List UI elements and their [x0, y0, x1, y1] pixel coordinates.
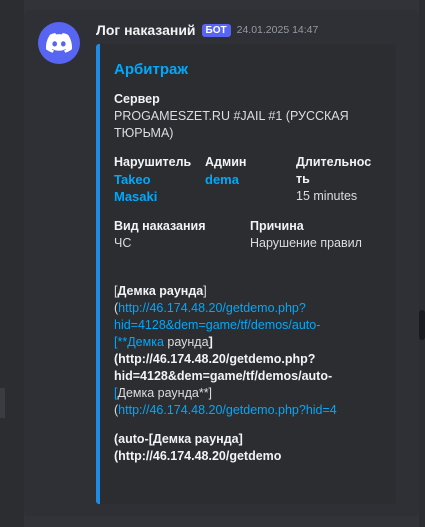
admin-mention[interactable]: dema [205, 171, 290, 188]
field-punishment-value: ЧС [114, 236, 132, 250]
discord-logo-icon [46, 33, 72, 53]
punishment-embed: Арбитраж Сервер PROGAMESZET.RU #JAIL #1 … [96, 44, 396, 504]
violator-mention-line1[interactable]: Takeo [114, 171, 199, 188]
bracket-text: ] [203, 284, 207, 298]
field-reason-value: Нарушение правил [250, 236, 362, 250]
field-violator-label: Нарушитель [114, 155, 192, 169]
author-name[interactable]: Лог наказаний [96, 22, 196, 38]
plain-text: раунда [163, 335, 209, 349]
bold-text: Демка раунда [152, 432, 239, 446]
demo-link[interactable]: hid=4128&dem=game/tf/demos/auto- [114, 318, 320, 332]
field-server-label: Сервер [114, 92, 160, 106]
field-duration-value: 15 minutes [296, 189, 358, 203]
scrollbar-thumb[interactable] [419, 310, 425, 340]
embed-description: [Демка раунда] (http://46.174.48.20/getd… [114, 283, 396, 465]
channel-gutter [0, 0, 24, 527]
field-reason: Причина Нарушение правил [250, 218, 395, 252]
field-punishment: Вид наказания ЧС [114, 218, 244, 252]
desc-line-6: hid=4128&dem=game/tf/demos/auto- [114, 368, 396, 385]
bot-badge: БОТ [201, 23, 231, 37]
field-punishment-label: Вид наказания [114, 219, 206, 233]
desc-line-8: (http://46.174.48.20/getdemo.php?hid=4 [114, 402, 396, 419]
field-duration-label-line1: Длительнос [296, 155, 372, 169]
bold-text: (auto-[ [114, 432, 153, 446]
desc-line-3: hid=4128&dem=game/tf/demos/auto- [114, 317, 396, 334]
demo-link[interactable]: http://46.174.48.20/getdemo.php? [118, 301, 306, 315]
demo-link-bold[interactable]: hid=4128&dem=game/tf/demos/auto- [114, 369, 332, 383]
field-admin-label: Админ [205, 155, 247, 169]
desc-spacer [114, 419, 396, 431]
demo-link-bold[interactable]: http://46.174.48.20/getdemo [118, 449, 281, 463]
desc-line-2: (http://46.174.48.20/getdemo.php? [114, 300, 396, 317]
bot-avatar[interactable] [38, 22, 80, 64]
desc-line-7: [Демка раунда**] [114, 385, 396, 402]
field-server: Сервер PROGAMESZET.RU #JAIL #1 (РУССКАЯ … [114, 91, 384, 142]
message-timestamp[interactable]: 24.01.2025 14:47 [237, 24, 319, 36]
demo-link[interactable]: [**Демка [114, 335, 164, 349]
gutter-notch [0, 388, 5, 418]
desc-line-1: [Демка раунда] [114, 283, 396, 300]
desc-line-4: [**Демка раунда] [114, 334, 396, 351]
violator-mention-line2[interactable]: Masaki [114, 188, 199, 205]
field-violator: Нарушитель Takeo Masaki [114, 154, 199, 205]
field-server-value-line1: PROGAMESZET.RU #JAIL #1 (РУССКАЯ [114, 109, 349, 123]
desc-line-9: (auto-[Демка раунда] [114, 431, 396, 448]
demo-link[interactable]: http://46.174.48.20/getdemo.php?hid=4 [118, 403, 337, 417]
field-admin: Админ dema [205, 154, 290, 188]
desc-line-10: (http://46.174.48.20/getdemo [114, 448, 396, 465]
bold-text: ] [238, 432, 243, 446]
field-duration: Длительнос ть 15 minutes [296, 154, 391, 205]
bold-text: ] [208, 335, 213, 349]
bold-text: Демка раунда [117, 284, 204, 298]
scrollbar-track[interactable] [419, 0, 425, 527]
demo-link-bold[interactable]: http://46.174.48.20/getdemo.php? [118, 352, 315, 366]
plain-text: Демка раунда**] [117, 386, 213, 400]
message-header: Лог наказаний БОТ 24.01.2025 14:47 [96, 20, 318, 40]
desc-line-5: (http://46.174.48.20/getdemo.php? [114, 351, 396, 368]
field-reason-label: Причина [250, 219, 304, 233]
field-server-value-line2: ТЮРЬМА) [114, 126, 174, 140]
field-duration-label-line2: ть [296, 172, 310, 186]
embed-title[interactable]: Арбитраж [114, 61, 188, 78]
